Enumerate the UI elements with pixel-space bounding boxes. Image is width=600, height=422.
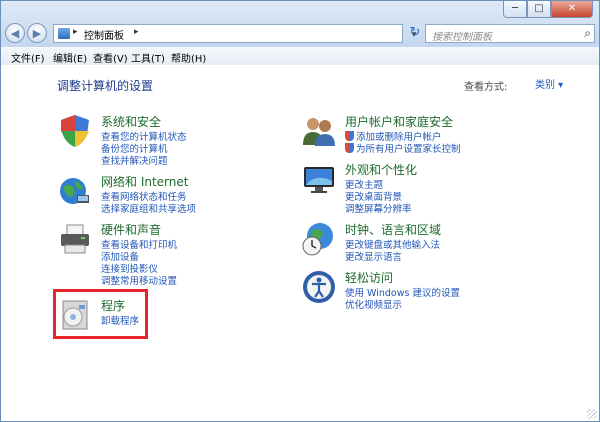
menu-view[interactable]: 查看(V) <box>93 50 128 65</box>
breadcrumb-control-panel[interactable]: 控制面板 <box>84 27 124 42</box>
category-title[interactable]: 系统和安全 <box>101 113 161 130</box>
menu-help[interactable]: 帮助(H) <box>171 50 206 65</box>
main-content: 调整计算机的设置 查看方式: 类别 ▾ 系统和安全 查看您的计算机状态 备份您的… <box>1 65 599 421</box>
search-placeholder: 搜索控制面板 <box>432 32 492 43</box>
control-panel-icon <box>58 28 70 39</box>
close-button[interactable]: ✕ <box>551 1 593 18</box>
menu-edit[interactable]: 编辑(E) <box>53 50 87 65</box>
category-link[interactable]: 优化视频显示 <box>345 297 402 311</box>
clock-globe-icon[interactable] <box>301 221 337 257</box>
back-button[interactable]: ◀ <box>5 23 25 43</box>
menu-tools[interactable]: 工具(T) <box>131 50 165 65</box>
category-title[interactable]: 时钟、语言和区域 <box>345 221 441 238</box>
category-link-text[interactable]: 为所有用户设置家长控制 <box>356 144 461 155</box>
category-title[interactable]: 轻松访问 <box>345 269 393 286</box>
search-icon[interactable]: ⌕ <box>584 26 591 41</box>
monitor-icon[interactable] <box>301 161 337 197</box>
navigation-bar: ◀ ▶ ▸ 控制面板 ▸ ▾ ↻ 搜索控制面板 ⌕ <box>5 23 595 45</box>
minimize-button[interactable]: ─ <box>503 1 527 18</box>
category-network-internet: 网络和 Internet 查看网络状态和任务 选择家庭组和共享选项 <box>57 173 277 215</box>
category-title[interactable]: 硬件和声音 <box>101 221 161 238</box>
category-title[interactable]: 用户帐户和家庭安全 <box>345 113 453 130</box>
control-panel-window: ─ □ ✕ ◀ ▶ ▸ 控制面板 ▸ ▾ ↻ 搜索控制面板 ⌕ 文件(F) 编辑… <box>0 0 600 422</box>
category-link[interactable]: 更改显示语言 <box>345 249 402 263</box>
category-title[interactable]: 外观和个性化 <box>345 161 417 178</box>
menu-file[interactable]: 文件(F) <box>11 50 45 65</box>
category-link[interactable]: 选择家庭组和共享选项 <box>101 201 196 215</box>
network-globe-icon[interactable] <box>57 173 93 209</box>
view-by-label: 查看方式: <box>464 82 508 93</box>
breadcrumb-separator[interactable]: ▸ <box>73 27 78 37</box>
search-input[interactable]: 搜索控制面板 ⌕ <box>425 24 595 43</box>
category-link[interactable]: 调整屏幕分辨率 <box>345 201 412 215</box>
address-bar[interactable]: ▸ 控制面板 ▸ ▾ <box>53 24 416 43</box>
title-bar: ─ □ ✕ ◀ ▶ ▸ 控制面板 ▸ ▾ ↻ 搜索控制面板 ⌕ <box>1 1 599 47</box>
view-by-dropdown[interactable]: 类别 ▾ <box>531 74 567 93</box>
accessibility-icon[interactable] <box>301 269 337 305</box>
refresh-icon[interactable]: ↻ <box>405 23 425 43</box>
shield-icon[interactable] <box>57 113 93 149</box>
window-controls: ─ □ ✕ <box>503 1 593 18</box>
maximize-button[interactable]: □ <box>527 1 551 18</box>
category-system-security: 系统和安全 查看您的计算机状态 备份您的计算机 查找并解决问题 <box>57 113 277 167</box>
menu-bar: 文件(F) 编辑(E) 查看(V) 工具(T) 帮助(H) <box>1 47 599 66</box>
category-link[interactable]: 调整常用移动设置 <box>101 273 177 287</box>
highlight-box <box>53 289 148 339</box>
category-hardware-sound: 硬件和声音 查看设备和打印机 添加设备 连接到投影仪 调整常用移动设置 <box>57 221 277 287</box>
category-link[interactable]: 查找并解决问题 <box>101 153 168 167</box>
page-title: 调整计算机的设置 <box>57 79 154 93</box>
category-link[interactable]: 为所有用户设置家长控制 <box>345 141 461 155</box>
printer-icon[interactable] <box>57 221 93 257</box>
category-title[interactable]: 网络和 Internet <box>101 173 188 190</box>
breadcrumb-separator[interactable]: ▸ <box>134 27 139 37</box>
category-appearance: 外观和个性化 更改主题 更改桌面背景 调整屏幕分辨率 <box>301 161 551 215</box>
resize-grip[interactable] <box>587 409 597 419</box>
uac-shield-icon <box>345 143 354 153</box>
users-icon[interactable] <box>301 113 337 149</box>
category-clock-language-region: 时钟、语言和区域 更改键盘或其他输入法 更改显示语言 <box>301 221 551 263</box>
category-user-accounts: 用户帐户和家庭安全 添加或删除用户帐户 为所有用户设置家长控制 <box>301 113 551 155</box>
category-ease-of-access: 轻松访问 使用 Windows 建议的设置 优化视频显示 <box>301 269 551 311</box>
uac-shield-icon <box>345 131 354 141</box>
forward-button[interactable]: ▶ <box>27 23 47 43</box>
